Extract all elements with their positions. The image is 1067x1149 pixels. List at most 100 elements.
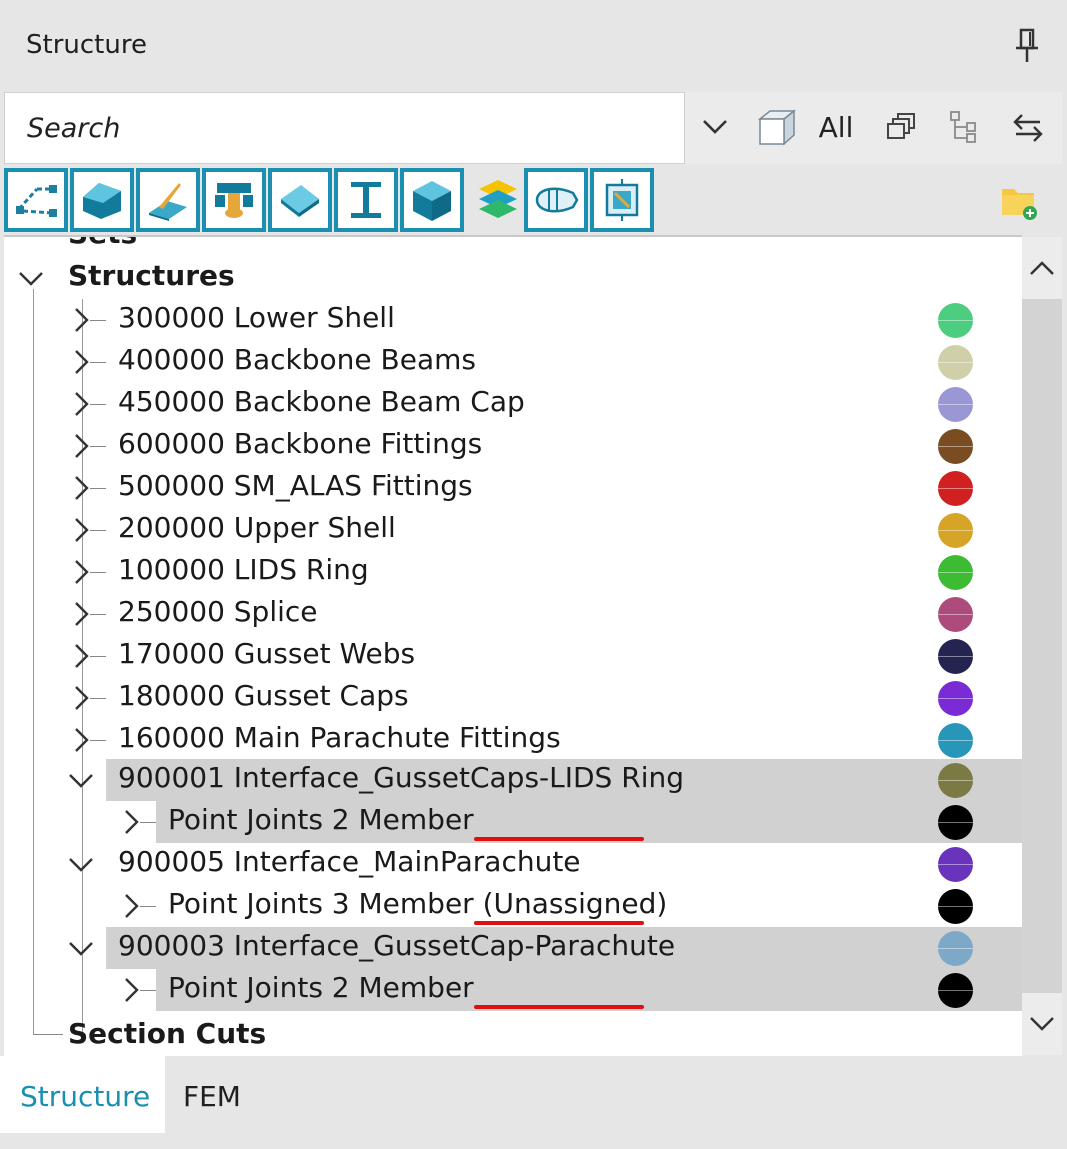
scroll-thumb[interactable] [1022,299,1062,993]
chevron-down-icon [703,120,727,134]
color-swatch[interactable] [938,471,973,506]
search-dropdown-button[interactable] [700,104,730,150]
color-swatch[interactable] [938,555,973,590]
color-swatch[interactable] [938,889,973,924]
tree-item-label: Point Joints 3 Member (Unassigned) [168,887,668,920]
search-box[interactable] [4,92,685,164]
tree-guide-line [140,990,156,991]
tree-guide-line [140,822,156,823]
tree-item[interactable]: 500000 SM_ALAS Fittings [4,467,1022,509]
bottom-tabs: Structure FEM [0,1056,1067,1149]
scroll-up-button[interactable] [1022,237,1062,299]
tree-item-label: Point Joints 2 Member [168,803,474,836]
tree-item[interactable]: 170000 Gusset Webs [4,635,1022,677]
tree-item[interactable]: 100000 LIDS Ring [4,551,1022,593]
tree-item-label: 400000 Backbone Beams [118,343,476,376]
filter-layers-button[interactable] [466,168,530,232]
parachute-shape-icon [535,187,579,213]
search-input[interactable] [25,107,669,149]
color-swatch[interactable] [938,681,973,716]
tree-item[interactable]: 300000 Lower Shell [4,299,1022,341]
tree-guide-line [90,488,106,489]
tree-guide-line [90,698,106,699]
filter-point-button[interactable] [4,168,68,232]
tree-group-900005[interactable]: 900005 Interface_MainParachute [4,843,1022,885]
tree-scrollbar[interactable] [1022,237,1062,1055]
sync-button[interactable] [1012,104,1044,150]
color-swatch[interactable] [938,931,973,966]
red-underline-annotation [474,1005,644,1009]
color-swatch[interactable] [938,639,973,674]
tree-item-label: 900001 Interface_GussetCaps-LIDS Ring [118,761,684,794]
color-swatch[interactable] [938,429,973,464]
filter-parachute-button[interactable] [524,168,588,232]
tree-guide-line [90,572,106,573]
filter-shell-button[interactable] [136,168,200,232]
hierarchy-icon [950,111,976,143]
cube-solid-icon [413,181,451,221]
color-swatch[interactable] [938,597,973,632]
tree-item-label: 600000 Backbone Fittings [118,427,483,460]
view-cube-button[interactable] [756,104,798,150]
house-solid-icon [83,183,121,219]
filter-solid-button[interactable] [70,168,134,232]
scroll-down-button[interactable] [1022,993,1062,1055]
red-underline-annotation [474,921,644,925]
color-swatch[interactable] [938,303,973,338]
tree-item-label: 250000 Splice [118,595,318,628]
stacked-windows-icon [887,113,915,139]
tree-item[interactable]: 200000 Upper Shell [4,509,1022,551]
new-folder-button[interactable] [1000,182,1040,222]
filter-plate-button[interactable] [268,168,332,232]
filter-ibeam-button[interactable] [334,168,398,232]
fitting-icon [215,183,253,218]
cube-icon [757,109,797,146]
color-swatch[interactable] [938,387,973,422]
pin-icon[interactable] [1013,28,1041,64]
tree-item-label: 180000 Gusset Caps [118,679,409,712]
structure-tree[interactable]: Sets Structures 300000 Lower Shell 400000… [4,235,1022,1057]
plate-icon [281,185,319,217]
tree-item[interactable]: 250000 Splice [4,593,1022,635]
tree-group-900003[interactable]: 900003 Interface_GussetCap-Parachute [4,927,1022,969]
tree-item[interactable]: 160000 Main Parachute Fittings [4,719,1022,761]
collapse-all-button[interactable] [884,104,918,150]
tab-fem[interactable]: FEM [183,1080,241,1113]
tree-item-sets[interactable]: Sets [4,237,1022,257]
filter-beam-button[interactable] [202,168,266,232]
tree-item[interactable]: 600000 Backbone Fittings [4,425,1022,467]
filter-volume-button[interactable] [400,168,464,232]
all-filter-label: All [818,110,854,144]
tree-item-label: Sets [68,237,137,250]
tree-item-section-cuts[interactable]: Section Cuts [4,1015,1022,1057]
hierarchy-button[interactable] [948,104,980,150]
plate-stiffener-icon [149,183,187,221]
color-swatch[interactable] [938,805,973,840]
tree-guide-line [90,446,106,447]
tree-item[interactable]: 450000 Backbone Beam Cap [4,383,1022,425]
color-swatch[interactable] [938,723,973,758]
filter-section-button[interactable] [590,168,654,232]
color-swatch[interactable] [938,513,973,548]
tree-item-label: 900003 Interface_GussetCap-Parachute [118,929,676,962]
tree-item[interactable]: 400000 Backbone Beams [4,341,1022,383]
color-swatch[interactable] [938,345,973,380]
tree-guide-line [90,614,106,615]
panel-title: Structure [26,30,147,60]
tree-item-label: Point Joints 2 Member [168,971,474,1004]
tab-structure[interactable]: Structure [0,1056,165,1133]
color-swatch[interactable] [938,973,973,1008]
tree-guide-line [90,404,106,405]
color-swatch[interactable] [938,763,973,798]
filter-toolbar [4,166,1062,234]
tree-item[interactable]: 180000 Gusset Caps [4,677,1022,719]
tree-group-900001[interactable]: 900001 Interface_GussetCaps-LIDS Ring [4,759,1022,801]
points-lines-icon [16,185,57,217]
all-filter-button[interactable]: All [816,104,856,150]
color-swatch[interactable] [938,847,973,882]
panel-header: Structure [0,0,1067,92]
tree-item-label: 200000 Upper Shell [118,511,396,544]
tree-item-structures[interactable]: Structures [4,257,1022,299]
chevron-down-icon [19,272,43,286]
tree-item-label: 450000 Backbone Beam Cap [118,385,525,418]
